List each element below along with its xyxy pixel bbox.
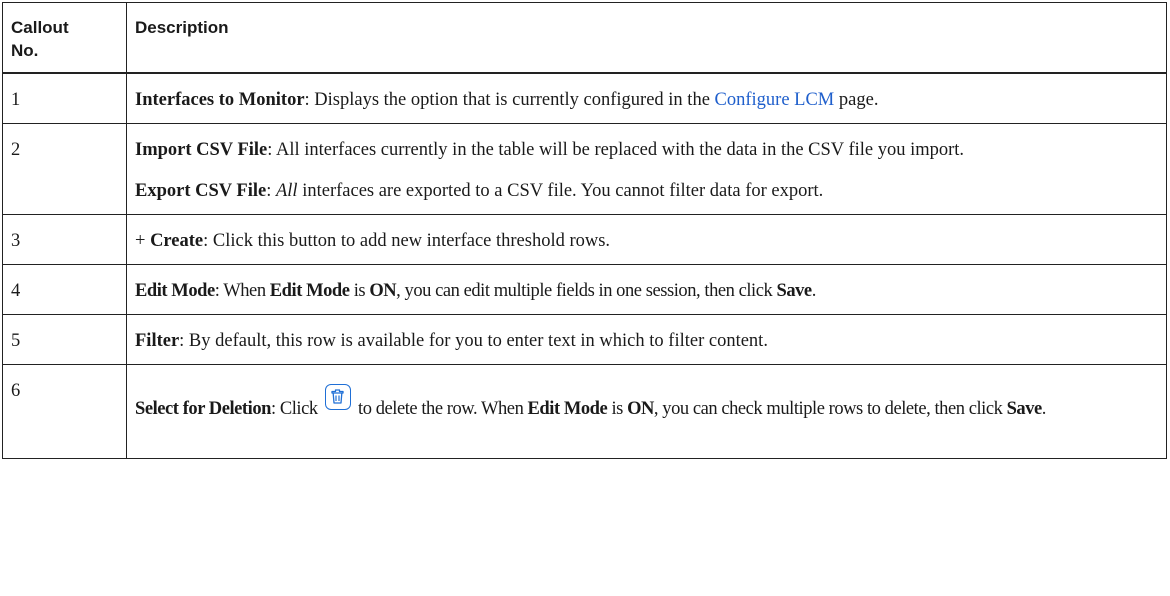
term: ON xyxy=(369,281,397,301)
description-text: + Create: Click this button to add new i… xyxy=(135,228,1158,254)
term: Select for Deletion xyxy=(135,399,271,419)
term: Save xyxy=(1006,399,1043,419)
emphasis: All xyxy=(275,181,298,201)
callout-number: 4 xyxy=(2,264,127,315)
description-text: Edit Mode: When Edit Mode is ON, you can… xyxy=(135,278,1158,304)
text: : All interfaces currently in the table … xyxy=(267,140,965,160)
text: is xyxy=(607,399,628,419)
configure-lcm-link[interactable]: Configure LCM xyxy=(715,90,835,110)
term: Edit Mode xyxy=(269,281,350,301)
text: , you can edit multiple fields in one se… xyxy=(396,281,777,301)
description-text: Import CSV File: All interfaces currentl… xyxy=(135,137,1158,163)
callout-number: 5 xyxy=(2,314,127,365)
header-callout-line1: Callout xyxy=(11,18,69,37)
term: Filter xyxy=(135,331,180,351)
table-row: 1 Interfaces to Monitor: Displays the op… xyxy=(2,72,1167,124)
term: Save xyxy=(776,281,812,301)
description-cell: Edit Mode: When Edit Mode is ON, you can… xyxy=(126,264,1167,315)
term: Edit Mode xyxy=(527,399,608,419)
description-cell: Filter: By default, this row is availabl… xyxy=(126,314,1167,365)
text: : By default, this row is available for … xyxy=(179,331,768,351)
text: : Click this button to add new interface… xyxy=(203,231,611,251)
description-cell: Select for Deletion: Click to delete the… xyxy=(126,364,1167,459)
description-text: Export CSV File: All interfaces are expo… xyxy=(135,178,1158,204)
callout-number: 6 xyxy=(2,364,127,459)
trash-icon-glyph xyxy=(331,389,344,404)
header-callout-no: Callout No. xyxy=(2,2,127,74)
text: page. xyxy=(834,90,879,110)
text: + xyxy=(135,231,151,251)
text: . xyxy=(1041,399,1047,419)
term: Import CSV File xyxy=(135,140,268,160)
text: to delete the row. When xyxy=(353,399,528,419)
text: : Click xyxy=(270,399,322,419)
table-row: 3 + Create: Click this button to add new… xyxy=(2,214,1167,265)
header-callout-line2: No. xyxy=(11,41,39,60)
description-text: Filter: By default, this row is availabl… xyxy=(135,328,1158,354)
header-row: Callout No. Description xyxy=(2,2,1167,74)
text: . xyxy=(811,281,817,301)
description-cell: + Create: Click this button to add new i… xyxy=(126,214,1167,265)
table-row: 2 Import CSV File: All interfaces curren… xyxy=(2,123,1167,215)
term: Export CSV File xyxy=(135,181,267,201)
callout-number: 1 xyxy=(2,72,127,124)
description-text: Interfaces to Monitor: Displays the opti… xyxy=(135,87,1158,113)
text: is xyxy=(349,281,370,301)
trash-icon xyxy=(324,384,351,410)
term: Edit Mode xyxy=(135,281,215,301)
text: , you can check multiple rows to delete,… xyxy=(653,399,1007,419)
header-description: Description xyxy=(126,2,1167,74)
text: : When xyxy=(214,281,270,301)
table-row: 4 Edit Mode: When Edit Mode is ON, you c… xyxy=(2,264,1167,315)
text: interfaces are exported to a CSV file. Y… xyxy=(297,181,824,201)
text: : xyxy=(266,181,276,201)
text: : Displays the option that is currently … xyxy=(304,90,715,110)
callout-number: 2 xyxy=(2,123,127,215)
description-text: Select for Deletion: Click to delete the… xyxy=(135,384,1158,422)
term: Create xyxy=(150,231,204,251)
description-cell: Interfaces to Monitor: Displays the opti… xyxy=(126,72,1167,124)
callout-table: Callout No. Description 1 Interfaces to … xyxy=(2,2,1167,459)
header-description-label: Description xyxy=(135,18,229,37)
description-cell: Import CSV File: All interfaces currentl… xyxy=(126,123,1167,215)
callout-number: 3 xyxy=(2,214,127,265)
term: Interfaces to Monitor xyxy=(135,90,305,110)
table-row: 5 Filter: By default, this row is availa… xyxy=(2,314,1167,365)
term: ON xyxy=(627,399,654,419)
table-row: 6 Select for Deletion: Click to delete t… xyxy=(2,364,1167,459)
